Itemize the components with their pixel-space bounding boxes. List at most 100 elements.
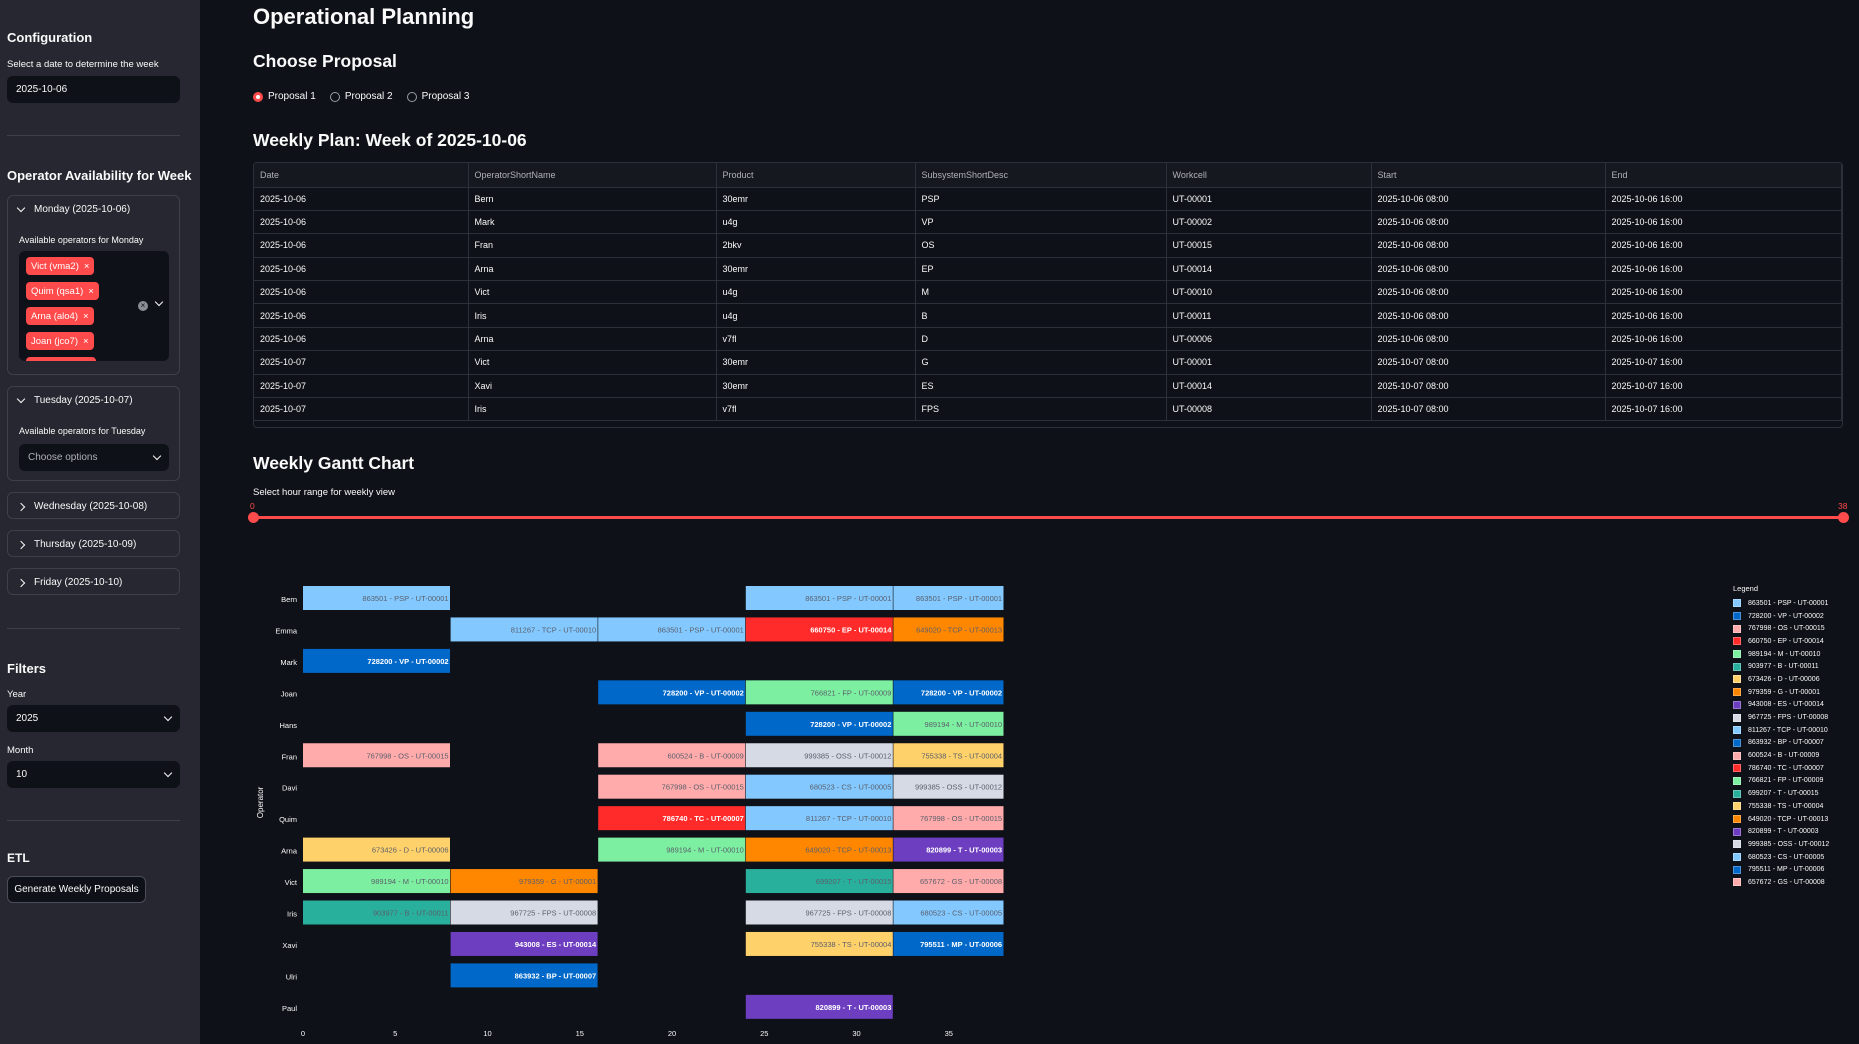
legend-item[interactable]: 999385 - OSS - UT-00012: [1733, 838, 1829, 851]
legend-item[interactable]: 811267 - TCP - UT-00010: [1733, 724, 1829, 737]
remove-icon[interactable]: ×: [84, 261, 90, 272]
date-label: Select a date to determine the week: [7, 59, 159, 70]
legend-label: 657672 - GS - UT-00008: [1748, 878, 1825, 886]
legend-label: 755338 - TS - UT-00004: [1748, 802, 1824, 810]
tuesday-multiselect[interactable]: Choose options: [19, 444, 169, 471]
legend-swatch: [1733, 751, 1741, 760]
legend-item[interactable]: 660750 - EP - UT-00014: [1733, 635, 1829, 648]
legend-item[interactable]: 863501 - PSP - UT-00001: [1733, 597, 1829, 610]
clear-icon[interactable]: ×: [138, 301, 148, 311]
legend-item[interactable]: 967725 - FPS - UT-00008: [1733, 711, 1829, 724]
chevron-down-icon: [152, 451, 162, 461]
friday-header-label: Friday (2025-10-10): [34, 577, 123, 588]
x-tick-label: 25: [760, 1029, 768, 1038]
gantt-bar-label: 989194 - M - UT-00010: [371, 877, 449, 886]
y-tick-label: Iris: [287, 910, 297, 919]
legend-swatch: [1733, 815, 1741, 824]
legend-item[interactable]: 989194 - M - UT-00010: [1733, 648, 1829, 661]
gantt-bar-label: 903977 - B - UT-00011: [373, 909, 449, 918]
chevron-down-icon[interactable]: [154, 297, 164, 307]
legend-label: 699207 - T - UT-00015: [1748, 790, 1819, 798]
legend-item[interactable]: 863932 - BP - UT-00007: [1733, 737, 1829, 750]
legend-swatch: [1733, 662, 1741, 671]
gantt-bar-label: 820899 - T - UT-00003: [816, 1003, 892, 1012]
gantt-bar-label: 967725 - FPS - UT-00008: [510, 909, 596, 918]
legend-swatch: [1733, 878, 1741, 887]
gantt-bar-label: 943008 - ES - UT-00014: [515, 940, 597, 949]
divider: [7, 820, 180, 821]
legend-item[interactable]: 979359 - G - UT-00001: [1733, 686, 1829, 699]
legend-label: 649020 - TCP - UT-00013: [1748, 815, 1829, 823]
y-tick-label: Davi: [282, 784, 297, 793]
availability-heading: Operator Availability for Week: [7, 168, 192, 183]
legend-item[interactable]: 649020 - TCP - UT-00013: [1733, 813, 1829, 826]
gantt-bar-label: 811267 - TCP - UT-00010: [806, 814, 891, 823]
month-select[interactable]: 10: [7, 761, 180, 788]
remove-icon[interactable]: ×: [88, 286, 94, 297]
operator-tag[interactable]: Quim (qsa1) ×: [26, 282, 99, 300]
legend-label: 728200 - VP - UT-00002: [1748, 612, 1824, 620]
operator-tag[interactable]: Vict (vma2) ×: [26, 257, 95, 275]
legend-item[interactable]: 766821 - FP - UT-00009: [1733, 775, 1829, 788]
y-tick-label: Hans: [279, 721, 297, 730]
chevron-right-icon: [16, 502, 26, 511]
y-tick-label: Joan: [281, 689, 297, 698]
legend-item[interactable]: 755338 - TS - UT-00004: [1733, 800, 1829, 813]
chevron-right-icon: [16, 540, 26, 549]
x-tick-label: 15: [576, 1029, 584, 1038]
legend-item[interactable]: 820899 - T - UT-00003: [1733, 825, 1829, 838]
legend-item[interactable]: 657672 - GS - UT-00008: [1733, 876, 1829, 889]
legend-item[interactable]: 795511 - MP - UT-00006: [1733, 863, 1829, 876]
legend-item[interactable]: 786740 - TC - UT-00007: [1733, 762, 1829, 775]
legend-label: 795511 - MP - UT-00006: [1748, 866, 1825, 874]
friday-expander[interactable]: Friday (2025-10-10): [7, 568, 180, 595]
legend-swatch: [1733, 713, 1741, 722]
y-tick-label: Fran: [282, 752, 297, 761]
year-label: Year: [7, 689, 27, 700]
chevron-down-icon: [16, 394, 26, 404]
thursday-expander[interactable]: Thursday (2025-10-09): [7, 530, 180, 557]
legend-item[interactable]: 767998 - OS - UT-00015: [1733, 622, 1829, 635]
y-tick-label: Mark: [280, 658, 297, 667]
legend-swatch: [1733, 789, 1741, 798]
year-select[interactable]: 2025: [7, 705, 180, 732]
remove-icon[interactable]: ×: [83, 336, 89, 347]
gantt-bar-label: 728200 - VP - UT-00002: [810, 720, 891, 729]
legend-item[interactable]: 699207 - T - UT-00015: [1733, 787, 1829, 800]
gantt-bar-label: 967725 - FPS - UT-00008: [806, 909, 892, 918]
divider: [7, 628, 180, 629]
gantt-bar-label: 795511 - MP - UT-00006: [920, 940, 1002, 949]
gantt-legend: Legend 863501 - PSP - UT-00001 728200 - V…: [1733, 584, 1829, 889]
legend-swatch: [1733, 776, 1741, 785]
legend-swatch: [1733, 738, 1741, 747]
monday-multiselect[interactable]: Vict (vma2) × Quim (qsa1) × Arna (alo4) × J…: [19, 251, 169, 361]
date-value: 2025-10-06: [16, 84, 68, 95]
gantt-bar-label: 989194 - M - UT-00010: [925, 720, 1003, 729]
main-content: Operational Planning Choose Proposal Pro…: [200, 0, 1859, 1044]
generate-proposals-button[interactable]: Generate Weekly Proposals: [7, 876, 146, 903]
gantt-bar-label: 863501 - PSP - UT-00001: [362, 594, 448, 603]
tuesday-expander-header[interactable]: Tuesday (2025-10-07): [8, 387, 179, 414]
gantt-bar-label: 863501 - PSP - UT-00001: [916, 594, 1002, 603]
legend-item[interactable]: 673426 - D - UT-00006: [1733, 673, 1829, 686]
chevron-down-icon: [16, 203, 26, 213]
legend-item[interactable]: 680523 - CS - UT-00005: [1733, 851, 1829, 864]
operator-tag[interactable]: Arna (alo4) ×: [26, 307, 94, 325]
x-tick-label: 0: [301, 1029, 305, 1038]
wednesday-expander[interactable]: Wednesday (2025-10-08): [7, 492, 180, 519]
legend-item[interactable]: 600524 - B - UT-00009: [1733, 749, 1829, 762]
legend-swatch: [1733, 726, 1741, 735]
legend-item[interactable]: 943008 - ES - UT-00014: [1733, 699, 1829, 712]
legend-label: 767998 - OS - UT-00015: [1748, 625, 1825, 633]
monday-expander-header[interactable]: Monday (2025-10-06): [8, 196, 179, 223]
remove-icon[interactable]: ×: [83, 311, 89, 322]
operator-tag-partial[interactable]: [26, 357, 96, 361]
legend-label: 811267 - TCP - UT-00010: [1748, 726, 1828, 734]
y-tick-label: Quim: [279, 815, 297, 824]
operator-tag[interactable]: Joan (jco7) ×: [26, 332, 94, 350]
legend-item[interactable]: 728200 - VP - UT-00002: [1733, 610, 1829, 623]
tag-label: Joan (jco7): [31, 335, 78, 347]
gantt-bar-label: 728200 - VP - UT-00002: [663, 688, 744, 697]
date-input[interactable]: 2025-10-06: [7, 76, 180, 103]
legend-item[interactable]: 903977 - B - UT-00011: [1733, 660, 1829, 673]
